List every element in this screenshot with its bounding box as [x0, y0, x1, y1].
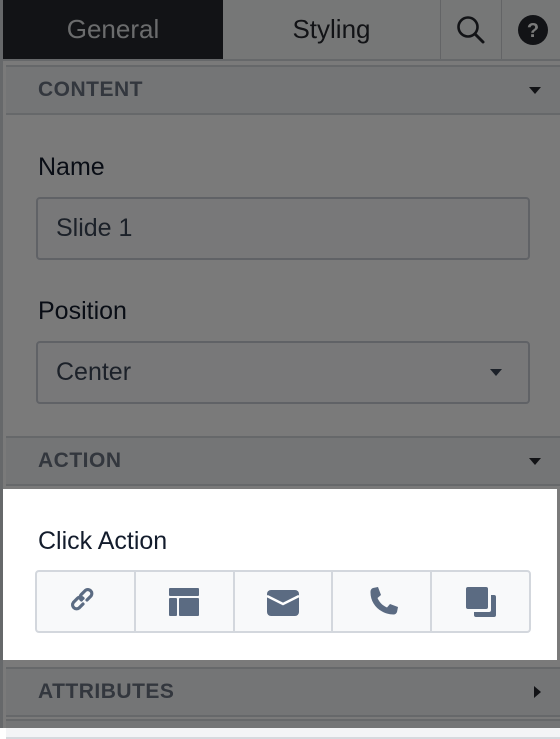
tab-styling[interactable]: Styling [223, 0, 441, 59]
section-content-header[interactable]: CONTENT [6, 65, 560, 115]
settings-panel: General Styling ? CONTENT Name Slide 1 P… [0, 0, 560, 739]
tab-general-label: General [66, 14, 160, 44]
help-icon: ? [517, 14, 548, 45]
click-action-phone-button[interactable] [333, 572, 433, 631]
name-label: Name [38, 153, 105, 181]
section-attributes-header[interactable]: ATTRIBUTES [6, 667, 560, 717]
section-content-title: CONTENT [38, 78, 143, 101]
section-attributes-title: ATTRIBUTES [38, 680, 175, 703]
click-action-email-button[interactable] [235, 572, 334, 631]
search-icon [457, 15, 485, 43]
click-action-label: Click Action [38, 527, 168, 555]
section-action-title: ACTION [38, 449, 122, 472]
tab-styling-label: Styling [292, 14, 371, 44]
chevron-down-icon [529, 86, 541, 94]
position-label: Position [38, 297, 127, 325]
layout-icon [169, 587, 200, 616]
panel-tabs: General Styling ? [3, 0, 560, 61]
tab-general[interactable]: General [3, 0, 223, 59]
position-select-value: Center [56, 358, 132, 386]
chevron-down-icon [490, 369, 502, 376]
chevron-right-icon [534, 686, 541, 698]
name-input[interactable]: Slide 1 [36, 197, 530, 260]
position-select[interactable]: Center [36, 341, 530, 404]
click-action-clone-button[interactable] [432, 572, 529, 631]
section-action-header[interactable]: ACTION [6, 436, 560, 486]
click-action-layout-button[interactable] [136, 572, 235, 631]
svg-text:?: ? [526, 20, 538, 42]
chevron-down-icon [529, 457, 541, 465]
name-input-value: Slide 1 [56, 214, 133, 242]
phone-icon [370, 586, 398, 614]
help-button[interactable]: ? [502, 0, 560, 59]
click-action-link-button[interactable] [37, 572, 136, 631]
envelope-icon [266, 589, 300, 616]
clone-icon [465, 586, 496, 617]
click-action-options [35, 570, 531, 633]
link-icon [71, 587, 94, 610]
next-section-header [6, 719, 560, 739]
search-button[interactable] [441, 0, 502, 59]
